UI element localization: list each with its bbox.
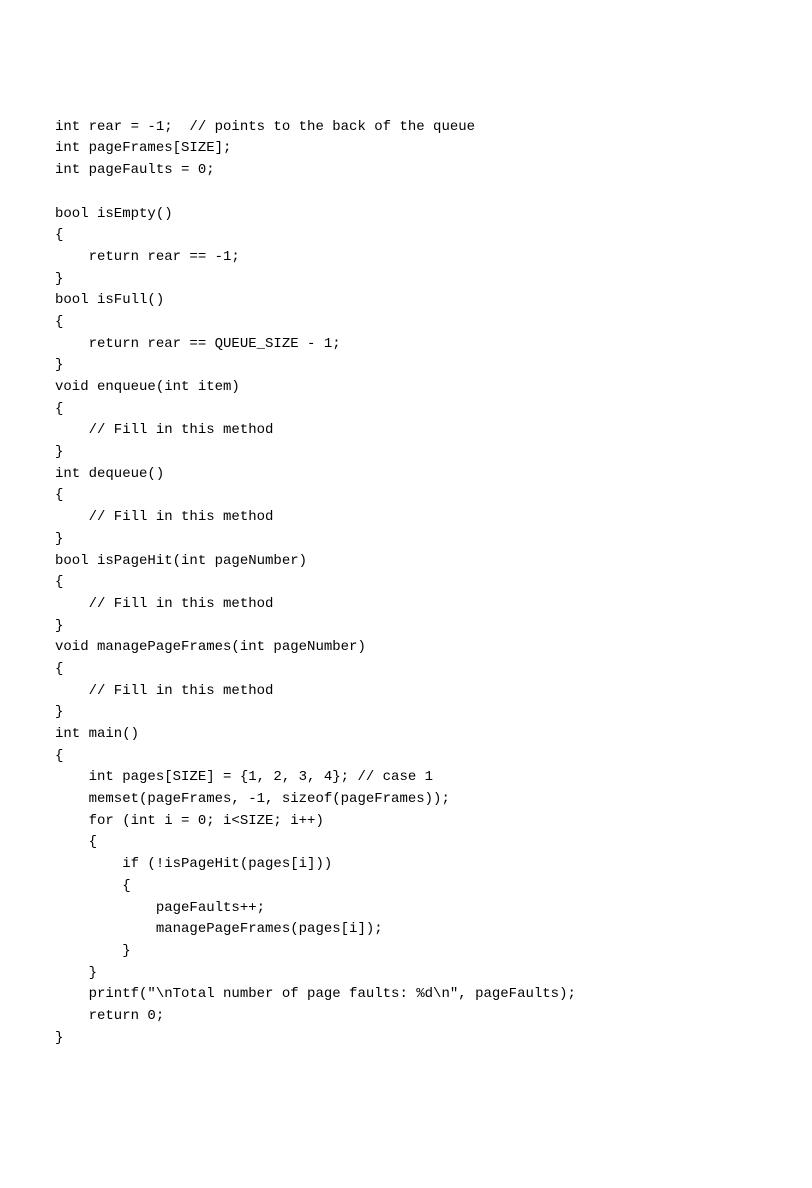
code-block: int rear = -1; // points to the back of … bbox=[55, 117, 757, 1050]
